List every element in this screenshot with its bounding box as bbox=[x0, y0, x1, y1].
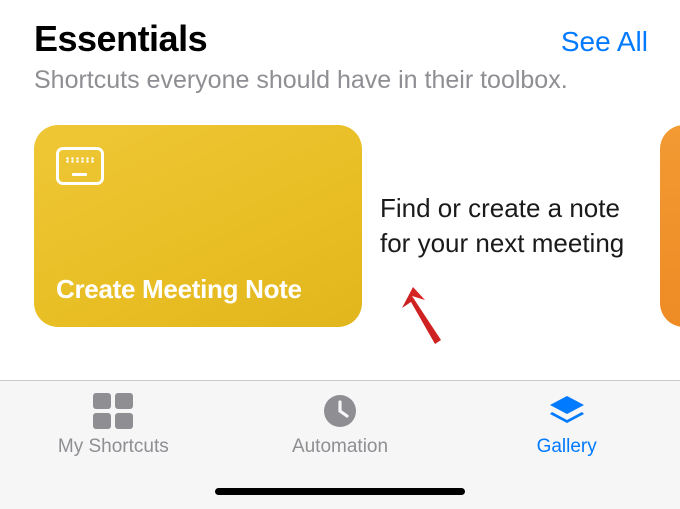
shortcut-card-title: Create Meeting Note bbox=[56, 274, 340, 305]
clock-icon bbox=[319, 391, 361, 431]
grid-icon bbox=[92, 391, 134, 431]
section-title: Essentials bbox=[34, 18, 207, 60]
tab-my-shortcuts[interactable]: My Shortcuts bbox=[0, 391, 227, 509]
tab-label: My Shortcuts bbox=[58, 436, 169, 458]
shortcut-card-description: Find or create a note for your next meet… bbox=[380, 191, 640, 261]
tab-gallery[interactable]: Gallery bbox=[453, 391, 680, 509]
tab-label: Gallery bbox=[537, 436, 597, 458]
section-header: Essentials See All bbox=[0, 0, 680, 64]
tab-label: Automation bbox=[292, 436, 388, 458]
shortcut-card-peek[interactable] bbox=[660, 125, 680, 327]
keyboard-icon bbox=[56, 147, 104, 185]
shortcut-card-create-meeting-note[interactable]: Create Meeting Note bbox=[34, 125, 362, 327]
stack-icon bbox=[546, 391, 588, 431]
see-all-link[interactable]: See All bbox=[561, 26, 648, 58]
tab-bar-container: My Shortcuts Automation Gallery bbox=[0, 380, 680, 509]
tab-bar: My Shortcuts Automation Gallery bbox=[0, 381, 680, 509]
section-subtitle: Shortcuts everyone should have in their … bbox=[0, 64, 680, 95]
cards-row: Create Meeting Note Find or create a not… bbox=[0, 95, 680, 327]
home-indicator[interactable] bbox=[215, 488, 465, 495]
